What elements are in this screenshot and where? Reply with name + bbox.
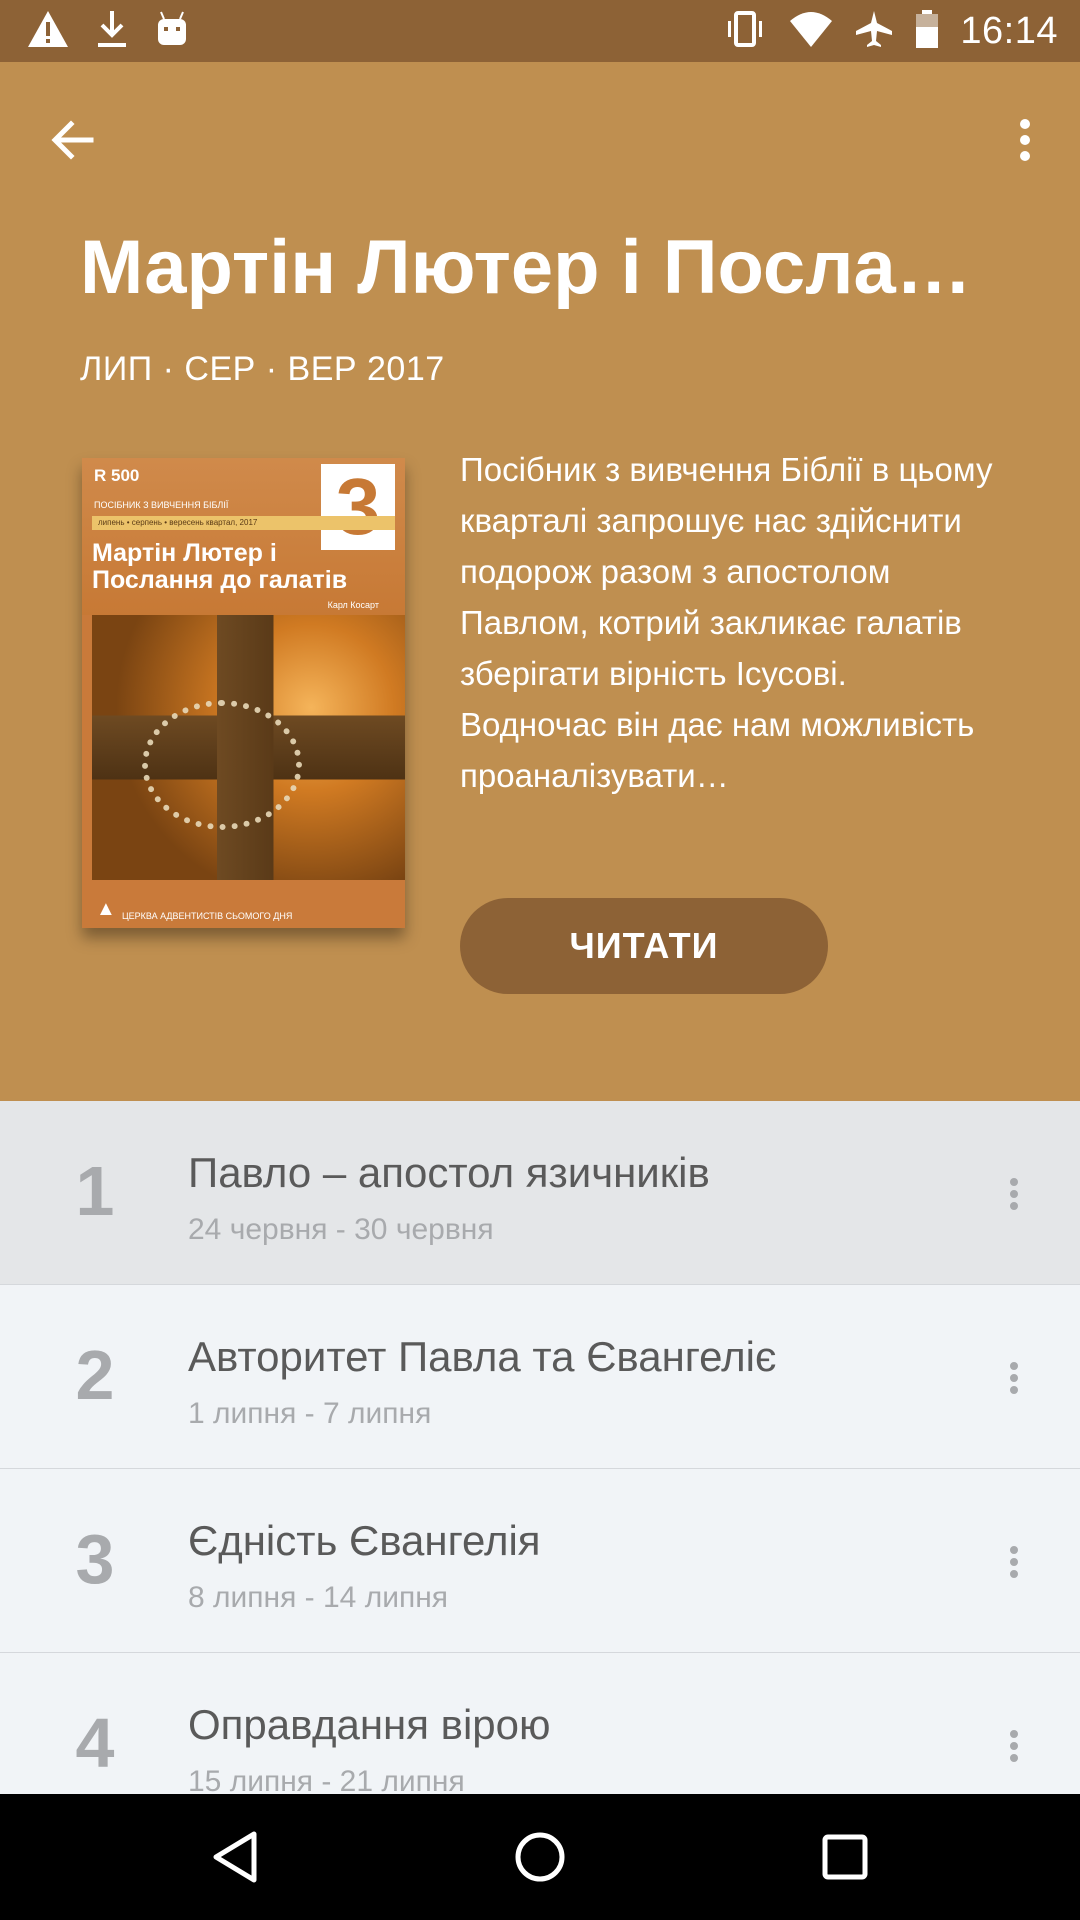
arrow-left-icon xyxy=(51,120,94,160)
cover-title: Мартін Лютер і Послання до галатів xyxy=(92,539,348,594)
cover-author: Карл Косарт xyxy=(327,600,379,610)
back-button[interactable] xyxy=(40,107,106,173)
nav-recents-button[interactable] xyxy=(812,1824,878,1890)
status-right-icons: 16:14 xyxy=(722,8,1058,54)
nav-back-button[interactable] xyxy=(202,1824,268,1890)
lesson-row[interactable]: 3 Єдність Євангелія 8 липня - 14 липня xyxy=(0,1469,1080,1653)
android-icon xyxy=(154,9,190,54)
lesson-title: Авторитет Павла та Євангеліє xyxy=(188,1333,777,1380)
lesson-row[interactable]: 2 Авторитет Павла та Євангеліє 1 липня -… xyxy=(0,1285,1080,1469)
wifi-icon xyxy=(788,9,834,54)
lesson-dates: 8 липня - 14 липня xyxy=(188,1581,449,1614)
more-vert-icon xyxy=(1010,1730,1018,1762)
lesson-title: Павло – апостол язичників xyxy=(188,1149,710,1196)
lesson-menu-button[interactable] xyxy=(992,1711,1036,1781)
crown-of-thorns xyxy=(142,700,302,830)
read-button[interactable]: ЧИТАТИ xyxy=(460,898,828,994)
more-vert-icon xyxy=(1010,1178,1018,1210)
nav-home-button[interactable] xyxy=(507,1824,573,1890)
lesson-number: 3 xyxy=(75,1520,115,1598)
overflow-menu-button[interactable] xyxy=(992,107,1058,173)
cover-image: R 500 3 ПОСІБНИК З ВИВЧЕННЯ БІБЛІЇ липен… xyxy=(82,458,405,928)
lesson-row[interactable]: 1 Павло – апостол язичників 24 червня - … xyxy=(0,1101,1080,1285)
lesson-list: 1 Павло – апостол язичників 24 червня - … xyxy=(0,1101,1080,1794)
vibrate-icon xyxy=(722,9,768,54)
battery-icon xyxy=(914,9,940,54)
lesson-menu-button[interactable] xyxy=(992,1343,1036,1413)
status-bar: 16:14 xyxy=(0,0,1080,62)
page-title: Мартін Лютер і Посла… xyxy=(80,225,972,310)
lesson-menu-button[interactable] xyxy=(992,1527,1036,1597)
lesson-row[interactable]: 4 Оправдання вірою 15 липня - 21 липня xyxy=(0,1653,1080,1794)
lesson-menu-button[interactable] xyxy=(992,1159,1036,1229)
quarterly-header: Мартін Лютер і Посла… ЛИП · СЕР · ВЕР 20… xyxy=(0,62,1080,1101)
square-recents-icon xyxy=(822,1834,868,1880)
circle-home-icon xyxy=(515,1832,565,1882)
lesson-dates: 24 червня - 30 червня xyxy=(188,1213,494,1246)
quarter-dates: ЛИП · СЕР · ВЕР 2017 xyxy=(80,350,445,388)
more-vert-icon xyxy=(1020,119,1030,161)
lesson-number: 2 xyxy=(75,1336,115,1414)
lesson-number: 1 xyxy=(75,1152,115,1230)
lesson-number: 4 xyxy=(75,1704,115,1782)
cover-footer: ЦЕРКВА АДВЕНТИСТІВ СЬОМОГО ДНЯ xyxy=(122,911,293,921)
clock: 16:14 xyxy=(960,9,1058,52)
cover-band: липень • серпень • вересень квартал, 201… xyxy=(92,516,395,530)
quarterly-description: Посібник з вивчення Біблії в цьому кварт… xyxy=(460,451,993,794)
cover-cross-picture xyxy=(92,615,405,880)
warning-icon xyxy=(26,9,70,54)
lesson-title: Єдність Євангелія xyxy=(188,1517,541,1564)
cover-quarter-number: 3 xyxy=(321,464,395,550)
lesson-dates: 1 липня - 7 липня xyxy=(188,1397,432,1430)
airplane-icon xyxy=(854,9,894,54)
cover-series: ПОСІБНИК З ВИВЧЕННЯ БІБЛІЇ xyxy=(94,500,229,510)
more-vert-icon xyxy=(1010,1546,1018,1578)
system-nav-bar xyxy=(0,1794,1080,1920)
more-vert-icon xyxy=(1010,1362,1018,1394)
download-icon xyxy=(94,9,130,54)
status-left-icons xyxy=(26,8,190,54)
lesson-dates: 15 липня - 21 липня xyxy=(188,1765,465,1794)
cover-logo: R 500 xyxy=(94,466,140,485)
lesson-title: Оправдання вірою xyxy=(188,1701,551,1748)
triangle-back-icon xyxy=(213,1831,257,1883)
